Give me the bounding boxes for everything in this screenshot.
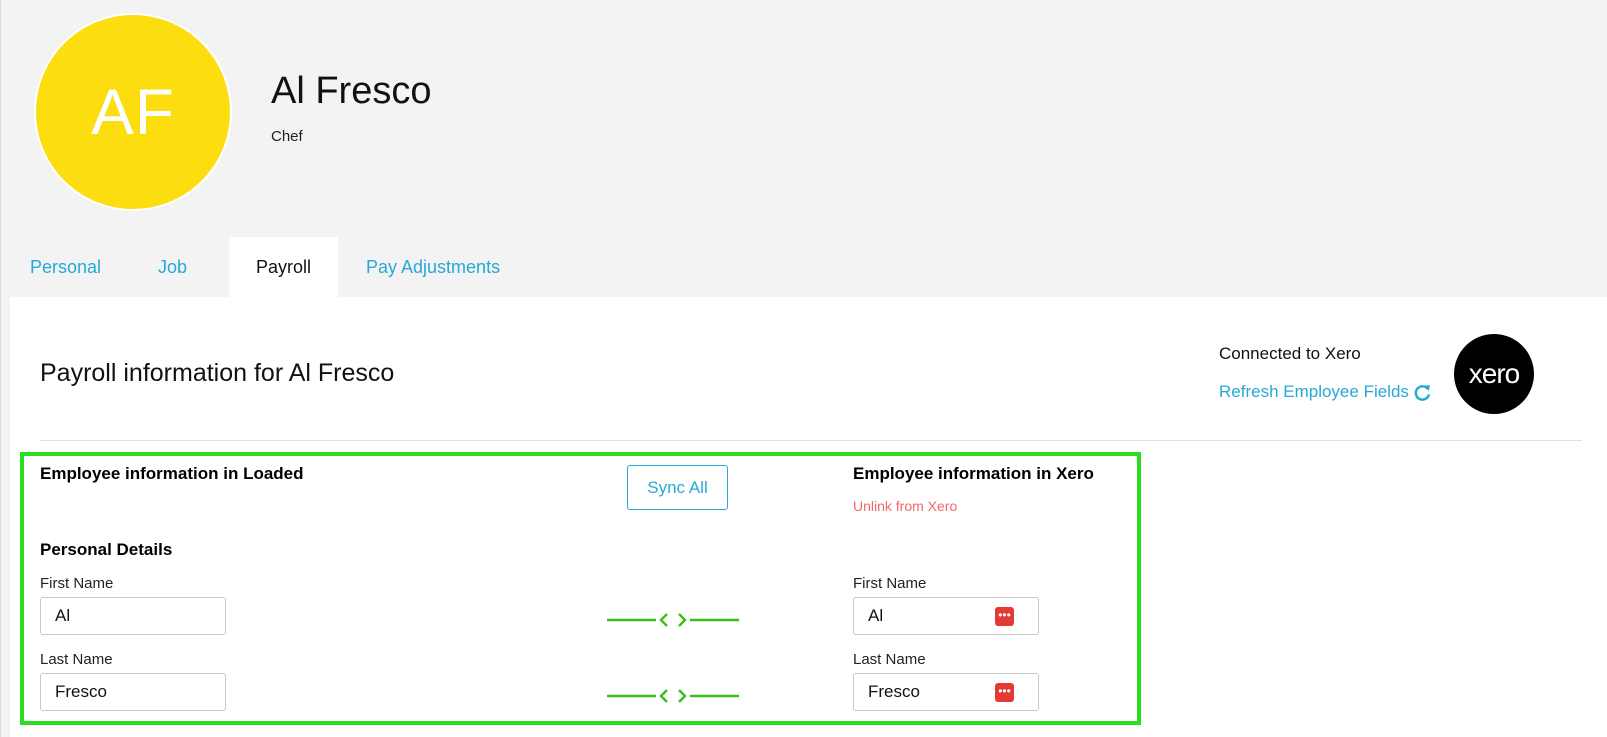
refresh-employee-fields-link[interactable]: Refresh Employee Fields bbox=[1219, 382, 1432, 402]
tab-payroll[interactable]: Payroll bbox=[229, 237, 338, 297]
tab-job[interactable]: Job bbox=[158, 237, 187, 297]
divider bbox=[40, 440, 1582, 441]
sync-arrows-icon[interactable] bbox=[607, 686, 739, 706]
loaded-first-name-field[interactable]: Al bbox=[40, 597, 226, 635]
employee-name: Al Fresco bbox=[271, 70, 432, 112]
page-title: Payroll information for Al Fresco bbox=[40, 359, 395, 387]
xero-first-name-field[interactable]: Al ••• bbox=[853, 597, 1039, 635]
avatar: AF bbox=[34, 13, 232, 211]
xero-info-heading: Employee information in Xero bbox=[853, 464, 1094, 483]
refresh-label: Refresh Employee Fields bbox=[1219, 382, 1409, 401]
personal-details-heading: Personal Details bbox=[40, 540, 173, 559]
employee-role: Chef bbox=[271, 128, 303, 145]
window-edge bbox=[0, 0, 1, 737]
xero-last-name-value: Fresco bbox=[868, 682, 920, 701]
ellipsis-badge-icon[interactable]: ••• bbox=[995, 683, 1014, 702]
xero-first-name-label: First Name bbox=[853, 575, 927, 592]
profile-tabs: Personal Job Payroll Pay Adjustments bbox=[10, 237, 570, 297]
loaded-info-heading: Employee information in Loaded bbox=[40, 464, 304, 483]
xero-logo-text: xero bbox=[1468, 358, 1520, 389]
tab-pay-adjustments[interactable]: Pay Adjustments bbox=[366, 237, 500, 297]
refresh-icon bbox=[1414, 384, 1431, 401]
xero-last-name-label: Last Name bbox=[853, 651, 926, 668]
xero-first-name-value: Al bbox=[868, 606, 884, 625]
last-name-label: Last Name bbox=[40, 651, 113, 668]
loaded-last-name-field[interactable]: Fresco bbox=[40, 673, 226, 711]
sync-arrows-icon[interactable] bbox=[607, 610, 739, 630]
connection-status: Connected to Xero bbox=[1219, 344, 1361, 363]
xero-last-name-field[interactable]: Fresco ••• bbox=[853, 673, 1039, 711]
sync-all-button[interactable]: Sync All bbox=[627, 465, 728, 510]
ellipsis-badge-icon[interactable]: ••• bbox=[995, 607, 1014, 626]
xero-logo: xero bbox=[1454, 334, 1534, 414]
unlink-xero-link[interactable]: Unlink from Xero bbox=[853, 498, 957, 514]
tab-personal[interactable]: Personal bbox=[30, 237, 101, 297]
avatar-initials: AF bbox=[91, 76, 175, 148]
first-name-label: First Name bbox=[40, 575, 114, 592]
payroll-panel: Payroll information for Al Fresco Connec… bbox=[10, 297, 1607, 737]
